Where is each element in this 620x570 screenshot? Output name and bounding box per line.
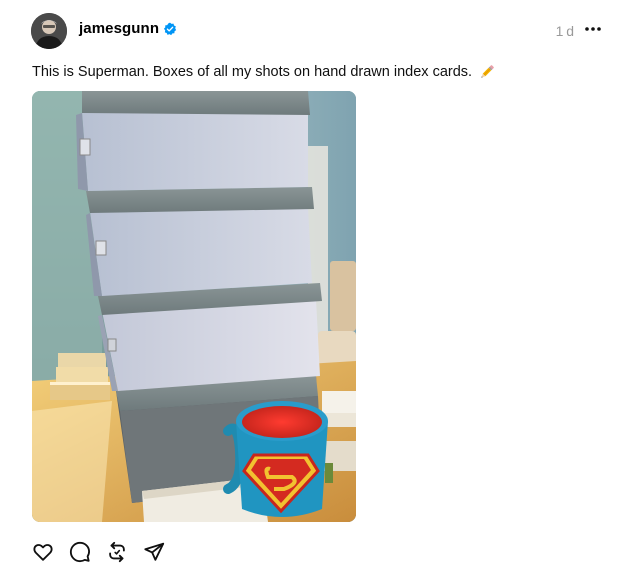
post-actions xyxy=(31,540,166,564)
share-button[interactable] xyxy=(142,540,166,564)
post-timestamp: 1 d xyxy=(555,23,574,39)
author-username[interactable]: jamesgunn xyxy=(79,20,159,37)
comment-icon xyxy=(69,541,90,563)
post-caption: This is Superman. Boxes of all my shots … xyxy=(32,63,496,81)
post-image[interactable] xyxy=(32,91,356,522)
pencil-icon xyxy=(481,65,494,78)
verified-badge-icon xyxy=(163,22,177,36)
more-dots-icon xyxy=(585,27,601,31)
thread-post: jamesgunn 1 d This is Superman. Boxes of… xyxy=(0,0,620,570)
send-icon xyxy=(144,542,165,561)
more-options-button[interactable] xyxy=(582,18,604,40)
reply-button[interactable] xyxy=(68,540,92,564)
caption-text: This is Superman. Boxes of all my shots … xyxy=(32,64,473,80)
repost-icon xyxy=(109,541,125,563)
profile-photo-icon xyxy=(31,13,67,49)
photo-stacked-boxes-with-superman-mug-icon xyxy=(32,91,356,522)
repost-button[interactable] xyxy=(105,540,129,564)
author-row: jamesgunn xyxy=(79,20,177,37)
heart-icon xyxy=(33,544,53,561)
like-button[interactable] xyxy=(31,540,55,564)
author-avatar[interactable] xyxy=(31,13,67,49)
